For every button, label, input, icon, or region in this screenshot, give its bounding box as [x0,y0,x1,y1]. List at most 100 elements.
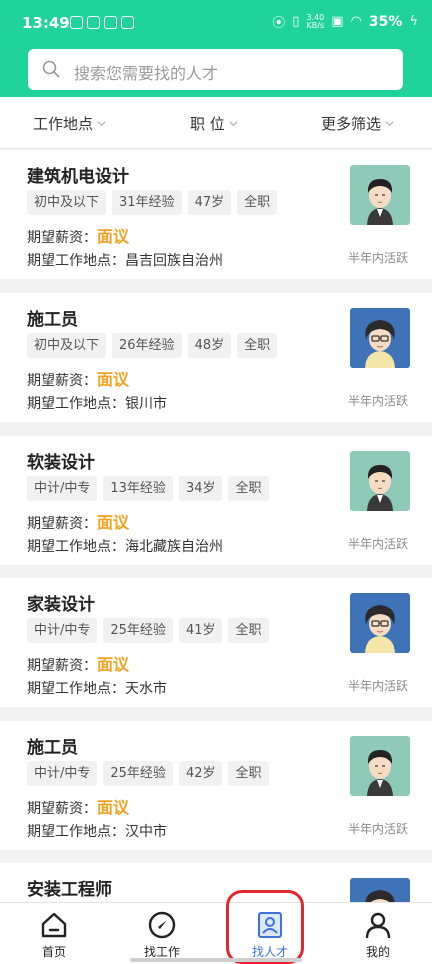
activity-status: 半年内活跃 [348,537,409,551]
candidate-tags: 中计/中专 13年经验 34岁 全职 [27,476,269,501]
candidate-tags: 中计/中专 25年经验 42岁 全职 [27,761,269,786]
tag-age: 42岁 [178,761,223,786]
candidate-card[interactable]: 家装设计 中计/中专 25年经验 41岁 全职 期望薪资：面议 期望工作地点：天… [0,578,432,707]
filter-more[interactable]: 更多筛选 [321,113,394,134]
location-value: 天水市 [125,681,167,697]
location-label: 期望工作地点： [27,539,125,555]
expected-salary: 期望薪资：面议 [27,794,129,818]
male-short-hair-avatar [350,451,410,511]
salary-label: 期望薪资： [27,658,97,674]
salary-label: 期望薪资： [27,373,97,389]
tag-job-type: 全职 [228,761,269,786]
nav-home[interactable]: 首页 [0,903,108,964]
curly-hair-glasses-avatar [350,593,410,653]
tiktok-notification-icon [70,16,83,29]
salary-value: 面议 [97,513,130,532]
network-speed: 3.40 KB/s [306,13,325,30]
tag-education: 中计/中专 [27,476,98,501]
chevron-down-icon [385,121,394,127]
male-short-hair-avatar [350,736,410,796]
wechat-notification-icon [121,16,134,29]
salary-label: 期望薪资： [27,801,97,817]
candidate-card[interactable]: 软装设计 中计/中专 13年经验 34岁 全职 期望薪资：面议 期望工作地点：海… [0,436,432,565]
candidate-title: 家装设计 [27,595,95,615]
salary-value: 面议 [97,798,130,817]
location-value: 昌吉回族自治州 [125,253,223,269]
tag-job-type: 全职 [228,476,269,501]
nav-profile-label: 我的 [365,945,390,959]
expected-location: 期望工作地点：天水市 [27,678,167,698]
tag-education: 初中及以下 [27,190,107,215]
notification-icons [70,16,134,29]
candidate-card[interactable]: 建筑机电设计 初中及以下 31年经验 47岁 全职 期望薪资：面议 期望工作地点… [0,150,432,279]
tag-experience: 31年经验 [112,190,182,215]
activity-status: 半年内活跃 [348,394,409,408]
activity-status: 半年内活跃 [348,251,409,265]
profile-icon [365,912,391,939]
search-icon [42,60,60,78]
chevron-down-icon [229,121,238,127]
candidate-card[interactable]: 施工员 初中及以下 26年经验 48岁 全职 期望薪资：面议 期望工作地点：银川… [0,293,432,422]
filter-location-label: 工作地点 [33,115,94,133]
location-label: 期望工作地点： [27,396,125,412]
candidate-tags: 初中及以下 26年经验 48岁 全职 [27,333,278,358]
sim-icon: ▣ [331,14,344,29]
expected-salary: 期望薪资：面议 [27,509,129,533]
tag-education: 中计/中专 [27,761,98,786]
filter-position[interactable]: 职 位 [190,113,238,134]
battery-level: 35% [368,13,403,30]
nav-profile[interactable]: 我的 [324,903,432,964]
nav-home-label: 首页 [41,945,66,959]
expected-location: 期望工作地点：银川市 [27,393,167,413]
nav-find-job[interactable]: 找工作 [108,903,216,964]
tag-age: 41岁 [178,618,223,643]
candidate-tags: 初中及以下 31年经验 47岁 全职 [27,190,278,215]
charging-icon: ϟ [409,14,418,29]
expected-salary: 期望薪资：面议 [27,223,129,247]
chevron-down-icon [97,121,106,127]
vibrate-icon: ▯ [292,14,300,29]
tag-education: 初中及以下 [27,333,107,358]
weibo-notification-icon [104,16,117,29]
tag-experience: 13年经验 [103,476,173,501]
location-icon: ⦿ [272,16,286,31]
activity-status: 半年内活跃 [348,822,409,836]
salary-label: 期望薪资： [27,516,97,532]
candidate-title: 施工员 [27,738,78,758]
male-short-hair-avatar [350,165,410,225]
wifi-icon: ◠ [350,14,362,29]
location-label: 期望工作地点： [27,824,125,840]
activity-status: 半年内活跃 [348,679,409,693]
tag-job-type: 全职 [237,190,278,215]
search-box[interactable]: 搜索您需要找的人才 [28,49,403,90]
candidate-card[interactable]: 施工员 中计/中专 25年经验 42岁 全职 期望薪资：面议 期望工作地点：汉中… [0,721,432,850]
status-bar: 13:49 ⦿ ▯ 3.40 KB/s ▣ ◠ 35% ϟ [0,0,432,44]
salary-value: 面议 [97,227,130,246]
status-indicators: ⦿ ▯ 3.40 KB/s ▣ ◠ 35% ϟ [272,12,418,31]
candidate-tags: 中计/中专 25年经验 41岁 全职 [27,618,269,643]
candidate-title: 安装工程师 [27,880,112,900]
expected-salary: 期望薪资：面议 [27,366,129,390]
location-label: 期望工作地点： [27,681,125,697]
tag-age: 34岁 [178,476,223,501]
tag-age: 48岁 [187,333,232,358]
expected-location: 期望工作地点：海北藏族自治州 [27,536,223,556]
candidate-title: 建筑机电设计 [27,167,129,187]
network-speed-unit: KB/s [306,20,325,30]
filter-position-label: 职 位 [190,115,225,133]
active-tab-highlight [226,890,304,964]
app-header: 13:49 ⦿ ▯ 3.40 KB/s ▣ ◠ 35% ϟ 搜索您需要找的人才 [0,0,432,97]
location-label: 期望工作地点： [27,253,125,269]
tag-experience: 26年经验 [112,333,182,358]
tag-age: 47岁 [187,190,232,215]
expected-location: 期望工作地点：昌吉回族自治州 [27,250,223,270]
search-placeholder: 搜索您需要找的人才 [74,64,219,83]
salary-value: 面议 [97,655,130,674]
tag-job-type: 全职 [237,333,278,358]
gesture-home-bar[interactable] [130,958,302,962]
candidate-title: 施工员 [27,310,78,330]
location-value: 银川市 [125,396,167,412]
bottom-navigation: 首页 找工作 找人才 我的 [0,902,432,964]
tag-experience: 25年经验 [103,761,173,786]
filter-location[interactable]: 工作地点 [33,113,106,134]
